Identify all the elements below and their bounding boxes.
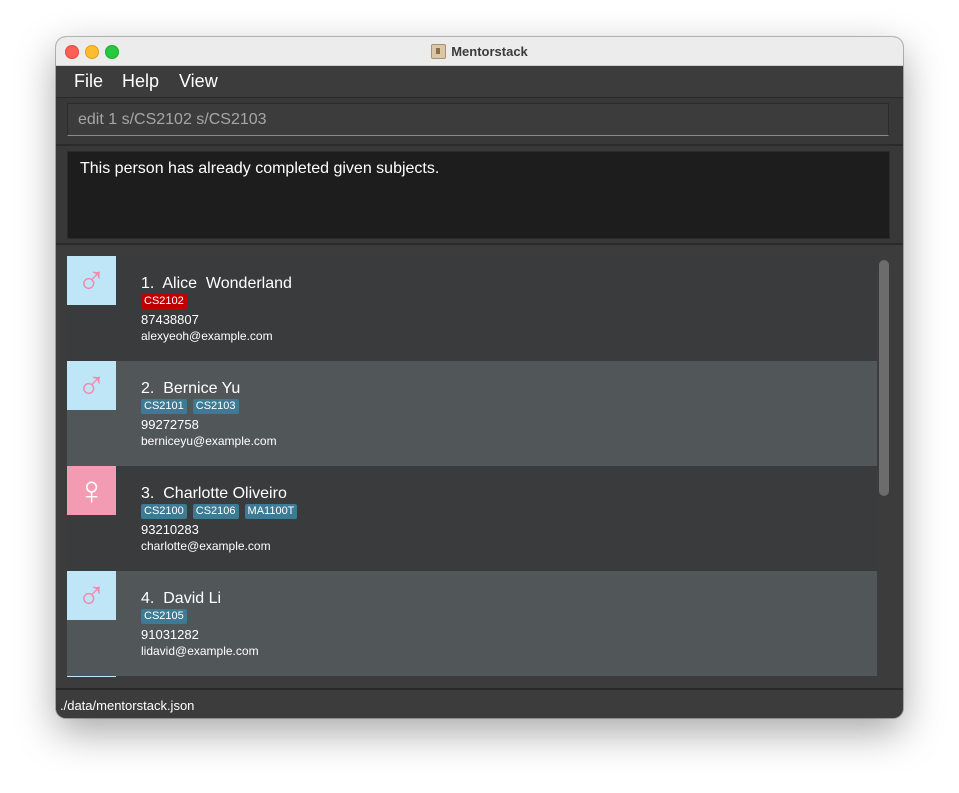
- subject-tags: CS2102: [141, 294, 187, 309]
- subject-tags: CS2100 CS2106 MA1100T: [141, 504, 298, 519]
- subject-tag: CS2103: [192, 399, 239, 414]
- person-email: berniceyu@example.com: [141, 434, 277, 448]
- male-icon: ♂: [67, 256, 116, 305]
- save-location: ./data/mentorstack.json: [60, 698, 195, 713]
- command-box-pane: [56, 98, 903, 146]
- title-bar: Mentorstack: [56, 37, 903, 66]
- menu-view[interactable]: View: [179, 71, 218, 92]
- person-phone: 93210283: [141, 522, 199, 537]
- result-display: This person has already completed given …: [67, 151, 890, 239]
- app-icon: [431, 43, 447, 59]
- menu-bar: File Help View: [56, 66, 903, 98]
- subject-tag: CS2106: [192, 504, 239, 519]
- person-email: charlotte@example.com: [141, 539, 271, 553]
- person-name-text: David Li: [163, 590, 222, 607]
- person-name-text: Charlotte Oliveiro: [163, 485, 287, 502]
- person-phone: 91031282: [141, 627, 199, 642]
- male-icon: ♂: [67, 361, 116, 410]
- app-window: Mentorstack File Help View This person h…: [56, 37, 903, 718]
- person-name: 3. Charlotte Oliveiro: [141, 485, 287, 503]
- person-index: 3.: [141, 485, 155, 502]
- female-icon: ♀: [67, 466, 116, 515]
- person-card[interactable]: ♂ 4. David Li CS2105 91031282 lidavid@exampl…: [67, 571, 877, 676]
- subject-tags: CS2105: [141, 609, 187, 624]
- person-index: 2.: [141, 380, 155, 397]
- subject-tags: CS2101 CS2103: [141, 399, 239, 414]
- person-name-text: Bernice Yu: [163, 380, 241, 397]
- person-card-partial[interactable]: [67, 676, 877, 677]
- person-card[interactable]: ♂ 2. Bernice Yu CS2101 CS2103 99272758 bernic…: [67, 361, 877, 466]
- menu-help[interactable]: Help: [122, 71, 159, 92]
- person-phone: 87438807: [141, 312, 199, 327]
- person-email: lidavid@example.com: [141, 644, 259, 658]
- person-index: 1.: [141, 275, 155, 292]
- subject-tag: CS2102: [141, 294, 187, 309]
- person-card[interactable]: ♀ 3. Charlotte Oliveiro CS2100 CS2106 MA1100…: [67, 466, 877, 571]
- person-index: 4.: [141, 590, 155, 607]
- status-bar: ./data/mentorstack.json: [56, 688, 903, 718]
- male-icon: [67, 676, 116, 677]
- male-icon: ♂: [67, 571, 116, 620]
- person-card[interactable]: ♂ 1. Alice Wonderland CS2102 87438807 alexye…: [67, 256, 877, 361]
- person-name-text: Alice Wonderland: [162, 275, 292, 292]
- person-list-scrollbar[interactable]: [879, 260, 889, 496]
- person-list-pane: ♂ 1. Alice Wonderland CS2102 87438807 alexye…: [56, 245, 903, 688]
- person-phone: 99272758: [141, 417, 199, 432]
- menu-file[interactable]: File: [74, 71, 103, 92]
- subject-tag: CS2101: [141, 399, 187, 414]
- person-name: 2. Bernice Yu: [141, 380, 240, 398]
- subject-tag: CS2105: [141, 609, 187, 624]
- command-input[interactable]: [67, 103, 889, 136]
- subject-tag: MA1100T: [244, 504, 298, 519]
- window-title: Mentorstack: [451, 43, 528, 59]
- result-display-pane: This person has already completed given …: [56, 146, 903, 245]
- person-email: alexyeoh@example.com: [141, 329, 273, 343]
- person-list[interactable]: ♂ 1. Alice Wonderland CS2102 87438807 alexye…: [67, 256, 877, 677]
- subject-tag: CS2100: [141, 504, 187, 519]
- person-name: 1. Alice Wonderland: [141, 275, 292, 293]
- person-name: 4. David Li: [141, 590, 221, 608]
